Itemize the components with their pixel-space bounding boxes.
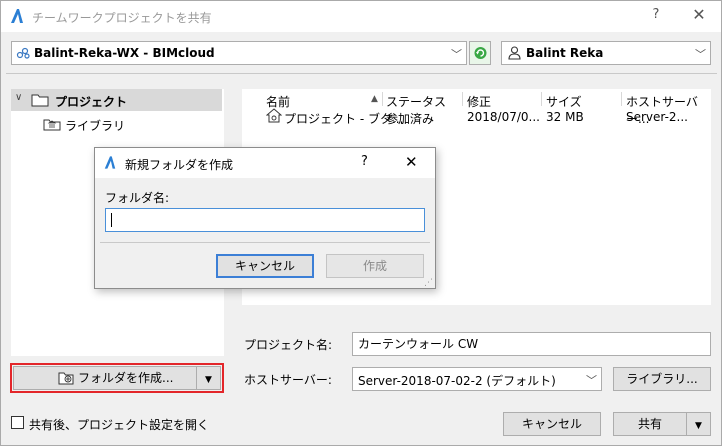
triangle-down-icon: ▼ (205, 375, 212, 385)
new-folder-dialog: 新規フォルダを作成 ? ✕ フォルダ名: キャンセル 作成 ⋰ (94, 147, 436, 289)
share-teamwork-project-window: チームワークプロジェクトを共有 ? ✕ Balint-Reka-WX - BIM… (0, 0, 722, 446)
chevron-down-icon: ﹀ (586, 374, 597, 387)
text-cursor (111, 213, 112, 227)
tree-item-label: プロジェクト (55, 95, 128, 109)
create-button[interactable]: 作成 (326, 254, 424, 278)
library-button[interactable]: ライブラリ... (613, 367, 711, 391)
user-icon (508, 46, 521, 60)
project-name-value: カーテンウォール CW (358, 337, 479, 351)
archicad-logo-icon (11, 9, 23, 23)
tree-item-project[interactable]: ∨ プロジェクト (11, 89, 222, 111)
divider (6, 73, 717, 74)
close-icon[interactable]: ✕ (405, 153, 418, 171)
cloud-server-icon (16, 47, 30, 59)
open-settings-label: 共有後、プロジェクト設定を開く (29, 418, 210, 432)
sort-ascending-icon: ▲ (371, 94, 378, 104)
share-dropdown-button[interactable]: ▼ (686, 412, 711, 436)
project-name-label: プロジェクト名: (244, 338, 333, 352)
user-select[interactable]: Balint Reka ﹀ (501, 41, 711, 65)
host-server-value: Server-2018-07-02-2 (デフォルト) (358, 374, 556, 388)
user-select-value: Balint Reka (526, 46, 604, 60)
host-server-label: ホストサーバー: (244, 373, 332, 387)
server-select-value: Balint-Reka-WX - BIMcloud (34, 46, 215, 60)
help-icon[interactable]: ? (646, 7, 666, 22)
share-button[interactable]: 共有 (613, 412, 687, 436)
resize-grip-icon[interactable]: ⋰ (424, 278, 433, 288)
teamwork-project-icon (266, 108, 282, 123)
open-settings-checkbox[interactable] (11, 416, 24, 429)
dialog-title-bar: 新規フォルダを作成 ? ✕ (95, 148, 435, 178)
chevron-down-icon: ﹀ (695, 48, 706, 61)
folder-name-label: フォルダ名: (105, 191, 170, 205)
column-divider (541, 92, 542, 106)
library-icon (43, 119, 61, 131)
window-title: チームワークプロジェクトを共有 (32, 11, 212, 25)
dialog-divider (100, 242, 430, 243)
table-row[interactable]: プロジェクト - ブタ... 参加済み 2018/07/0... 32 MB S… (242, 107, 711, 126)
tree-item-library[interactable]: ライブラリ (11, 113, 222, 135)
triangle-down-icon: ▼ (695, 421, 702, 431)
project-name-input[interactable]: カーテンウォール CW (352, 332, 711, 356)
cancel-button[interactable]: キャンセル (503, 412, 601, 436)
create-folder-button[interactable]: フォルダを作成... (13, 366, 197, 390)
create-folder-label: フォルダを作成... (78, 371, 174, 385)
server-select[interactable]: Balint-Reka-WX - BIMcloud ﹀ (11, 41, 467, 65)
cell-modified: 2018/07/0... (467, 110, 540, 124)
close-icon[interactable]: ✕ (689, 5, 709, 24)
create-folder-dropdown-button[interactable]: ▼ (196, 366, 221, 390)
refresh-icon (474, 47, 487, 59)
help-icon[interactable]: ? (361, 154, 368, 169)
chevron-down-icon: ﹀ (451, 48, 462, 61)
column-divider (382, 92, 383, 106)
cell-size: 32 MB (546, 110, 584, 124)
cancel-button[interactable]: キャンセル (216, 254, 314, 278)
dialog-title: 新規フォルダを作成 (125, 158, 234, 172)
cell-host: Server-2... (626, 110, 688, 124)
tree-item-label: ライブラリ (65, 119, 126, 133)
cell-status: 参加済み (386, 112, 435, 126)
folder-name-input[interactable] (105, 208, 425, 232)
host-server-select[interactable]: Server-2018-07-02-2 (デフォルト) ﹀ (352, 367, 602, 391)
title-bar: チームワークプロジェクトを共有 ? ✕ (1, 1, 721, 32)
archicad-logo-icon (104, 156, 116, 169)
chevron-down-icon: ∨ (15, 92, 23, 103)
folder-icon (31, 94, 49, 107)
refresh-button[interactable] (469, 41, 491, 65)
new-folder-icon (58, 372, 74, 385)
column-divider (621, 92, 622, 106)
column-divider (462, 92, 463, 106)
